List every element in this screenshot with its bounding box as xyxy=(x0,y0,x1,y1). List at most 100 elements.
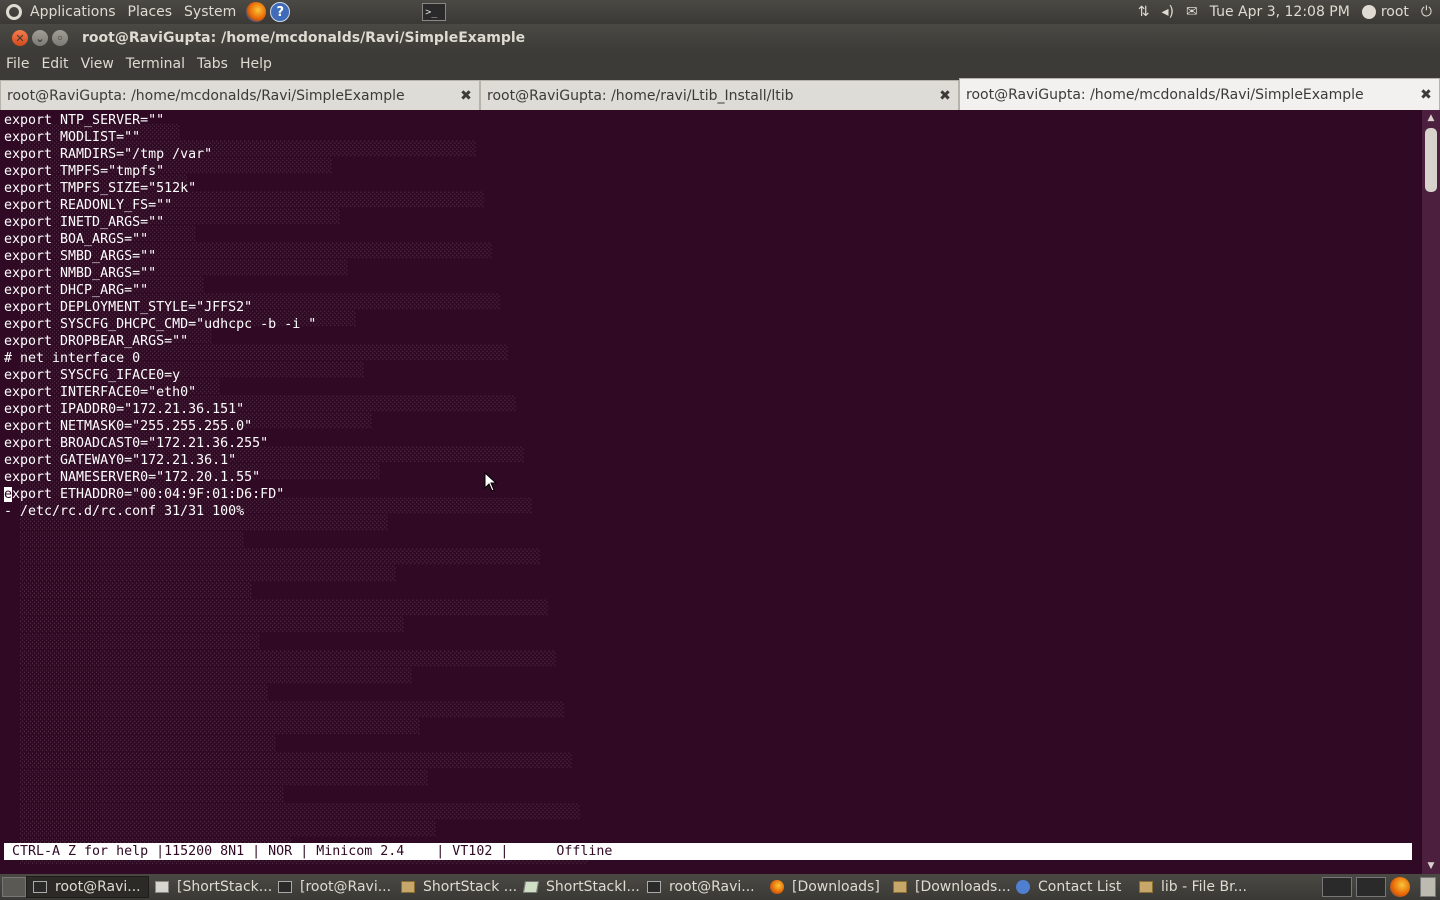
terminal-line: export RAMDIRS="/tmp /var" xyxy=(4,147,213,162)
mail-icon[interactable]: ✉ xyxy=(1186,4,1198,20)
user-menu[interactable]: root xyxy=(1361,4,1409,20)
taskbar-button-label: ShortStackI... xyxy=(546,879,640,895)
minimize-window-button[interactable]: ⌄ xyxy=(32,30,48,46)
tab-terminal-2[interactable]: root@RaviGupta: /home/ravi/Ltib_Install/… xyxy=(480,80,959,110)
panel-tray: ⇅ ◂) ✉ Tue Apr 3, 12:08 PM root ⏻ xyxy=(1138,4,1440,20)
firefox-tray-icon[interactable] xyxy=(1390,877,1410,897)
terminal-line: export SMBD_ARGS="" xyxy=(4,249,157,264)
terminal-icon xyxy=(278,881,292,893)
firefox-launcher-icon[interactable] xyxy=(246,2,267,22)
maximize-window-button[interactable]: ◦ xyxy=(52,30,68,46)
taskbar-button[interactable]: [Downloads] xyxy=(764,876,887,898)
taskbar-button[interactable]: root@Ravi... xyxy=(26,876,149,898)
taskbar-button-label: [ShortStack... xyxy=(177,879,272,895)
taskbar-button[interactable]: [Downloads... xyxy=(887,876,1010,898)
tab-terminal-3[interactable]: root@RaviGupta: /home/mcdonalds/Ravi/Sim… xyxy=(959,78,1440,110)
terminal-line: export SYSCFG_IFACE0=y xyxy=(4,368,181,383)
terminal-line: export IPADDR0="172.21.36.151" xyxy=(4,402,245,417)
window-list: root@Ravi... [ShortStack... [root@Ravi... S… xyxy=(26,876,1256,898)
taskbar-button-label: ShortStack ... xyxy=(423,879,518,895)
terminal-icon xyxy=(647,881,661,893)
terminal-line: export DROPBEAR_ARGS="" xyxy=(4,334,189,349)
terminal-line: export BOA_ARGS="" xyxy=(4,232,149,247)
places-menu[interactable]: Places xyxy=(122,0,179,24)
taskbar-button[interactable]: Contact List xyxy=(1010,876,1133,898)
taskbar-button[interactable]: [ShortStack... xyxy=(149,876,272,898)
terminal-line: export MODLIST="" xyxy=(4,130,141,145)
applications-menu[interactable]: Applications xyxy=(0,0,122,24)
terminal-cursor-line: export ETHADDR0="00:04:9F:01:D6:FD" xyxy=(4,486,316,503)
ubuntu-logo-icon xyxy=(6,4,22,20)
system-menu[interactable]: System xyxy=(178,0,242,24)
terminal-line: export READONLY_FS="" xyxy=(4,198,173,213)
close-window-button[interactable]: ✕ xyxy=(12,30,28,46)
clock[interactable]: Tue Apr 3, 12:08 PM xyxy=(1210,4,1350,20)
cursor-line-text: xport ETHADDR0="00:04:9F:01:D6:FD" xyxy=(12,487,285,502)
terminal-scrollbar[interactable]: ▲ ▼ xyxy=(1422,110,1440,874)
tab-terminal-1[interactable]: root@RaviGupta: /home/mcdonalds/Ravi/Sim… xyxy=(0,80,480,110)
bottom-tray xyxy=(1322,877,1440,897)
terminal-line: # net interface 0 xyxy=(4,351,141,366)
text-cursor: e xyxy=(4,487,13,502)
taskbar-button[interactable]: [root@Ravi... xyxy=(272,876,395,898)
window-titlebar[interactable]: ✕ ⌄ ◦ root@RaviGupta: /home/mcdonalds/Ra… xyxy=(0,24,1440,52)
scrollbar-thumb[interactable] xyxy=(1425,128,1437,192)
taskbar-button[interactable]: ShortStackI... xyxy=(518,876,641,898)
applications-menu-label: Applications xyxy=(30,4,116,20)
user-icon xyxy=(1361,5,1376,19)
tab-label: root@RaviGupta: /home/ravi/Ltib_Install/… xyxy=(487,87,794,104)
close-tab-icon[interactable]: ✖ xyxy=(938,88,952,104)
terminal-line: export GATEWAY0="172.21.36.1" xyxy=(4,453,237,468)
terminal-line: export NETMASK0="255.255.255.0" xyxy=(4,419,253,434)
folder-icon xyxy=(1139,881,1153,893)
scroll-up-arrow-icon[interactable]: ▲ xyxy=(1425,112,1437,124)
terminal-line: export NAMESERVER0="172.20.1.55" xyxy=(4,470,261,485)
terminal-line: export NTP_SERVER="" xyxy=(4,113,165,128)
help-launcher-icon[interactable]: ? xyxy=(270,2,291,22)
scroll-down-arrow-icon[interactable]: ▼ xyxy=(1425,860,1437,872)
menu-file[interactable]: File xyxy=(0,52,35,76)
terminal-line: export DEPLOYMENT_STYLE="JFFS2" xyxy=(4,300,253,315)
folder-icon xyxy=(893,881,907,893)
menu-help[interactable]: Help xyxy=(234,52,278,76)
taskbar-button-label: root@Ravi... xyxy=(55,879,141,895)
menu-view[interactable]: View xyxy=(75,52,120,76)
terminal-launcher-icon[interactable]: >_ xyxy=(422,3,447,21)
menu-edit[interactable]: Edit xyxy=(35,52,74,76)
network-icon[interactable]: ⇅ xyxy=(1138,4,1150,20)
bottom-panel: root@Ravi... [ShortStack... [root@Ravi... S… xyxy=(0,874,1440,900)
taskbar-button[interactable]: root@Ravi... xyxy=(641,876,764,898)
terminal-line: export SYSCFG_DHCPC_CMD="udhcpc -b -i " xyxy=(4,317,317,332)
window-title: root@RaviGupta: /home/mcdonalds/Ravi/Sim… xyxy=(82,30,526,46)
taskbar-button-label: [root@Ravi... xyxy=(300,879,392,895)
terminal-line: export INETD_ARGS="" xyxy=(4,215,165,230)
firefox-icon xyxy=(770,880,784,894)
text-editor-icon xyxy=(522,881,540,893)
tab-bar: root@RaviGupta: /home/mcdonalds/Ravi/Sim… xyxy=(0,78,1440,110)
close-tab-icon[interactable]: ✖ xyxy=(459,88,473,104)
trash-icon[interactable] xyxy=(1420,877,1436,897)
power-icon[interactable]: ⏻ xyxy=(1421,4,1432,20)
terminal-icon xyxy=(33,881,47,893)
terminal-output: export NTP_SERVER=""export MODLIST="" exp… xyxy=(4,112,316,520)
terminal-menubar: File Edit View Terminal Tabs Help xyxy=(0,52,1440,76)
top-panel: Applications Places System ? >_ ⇅ ◂) ✉ T… xyxy=(0,0,1440,24)
minicom-status-line: CTRL-A Z for help |115200 8N1 | NOR | Mi… xyxy=(4,843,1412,860)
terminal-line: export DHCP_ARG="" xyxy=(4,283,149,298)
close-tab-icon[interactable]: ✖ xyxy=(1419,87,1433,103)
volume-icon[interactable]: ◂) xyxy=(1161,4,1174,20)
workspace-switcher-1[interactable] xyxy=(1322,877,1352,897)
menu-tabs[interactable]: Tabs xyxy=(191,52,234,76)
mouse-pointer-icon xyxy=(484,472,498,492)
tab-label: root@RaviGupta: /home/mcdonalds/Ravi/Sim… xyxy=(7,87,405,104)
terminal-line: export TMPFS_SIZE="512k" xyxy=(4,181,197,196)
taskbar-button[interactable]: ShortStack ... xyxy=(395,876,518,898)
folder-icon xyxy=(401,881,415,893)
show-desktop-icon[interactable] xyxy=(2,877,26,897)
workspace-switcher-2[interactable] xyxy=(1356,877,1386,897)
taskbar-button[interactable]: lib - File Br... xyxy=(1133,876,1256,898)
document-icon xyxy=(155,881,169,893)
menu-terminal[interactable]: Terminal xyxy=(120,52,191,76)
user-name: root xyxy=(1380,4,1409,20)
terminal-view[interactable]: ░░░░░░░░░░░░░░░░░░░░ ░░░░░░░░░░░░░░░░░░░… xyxy=(0,110,1440,874)
